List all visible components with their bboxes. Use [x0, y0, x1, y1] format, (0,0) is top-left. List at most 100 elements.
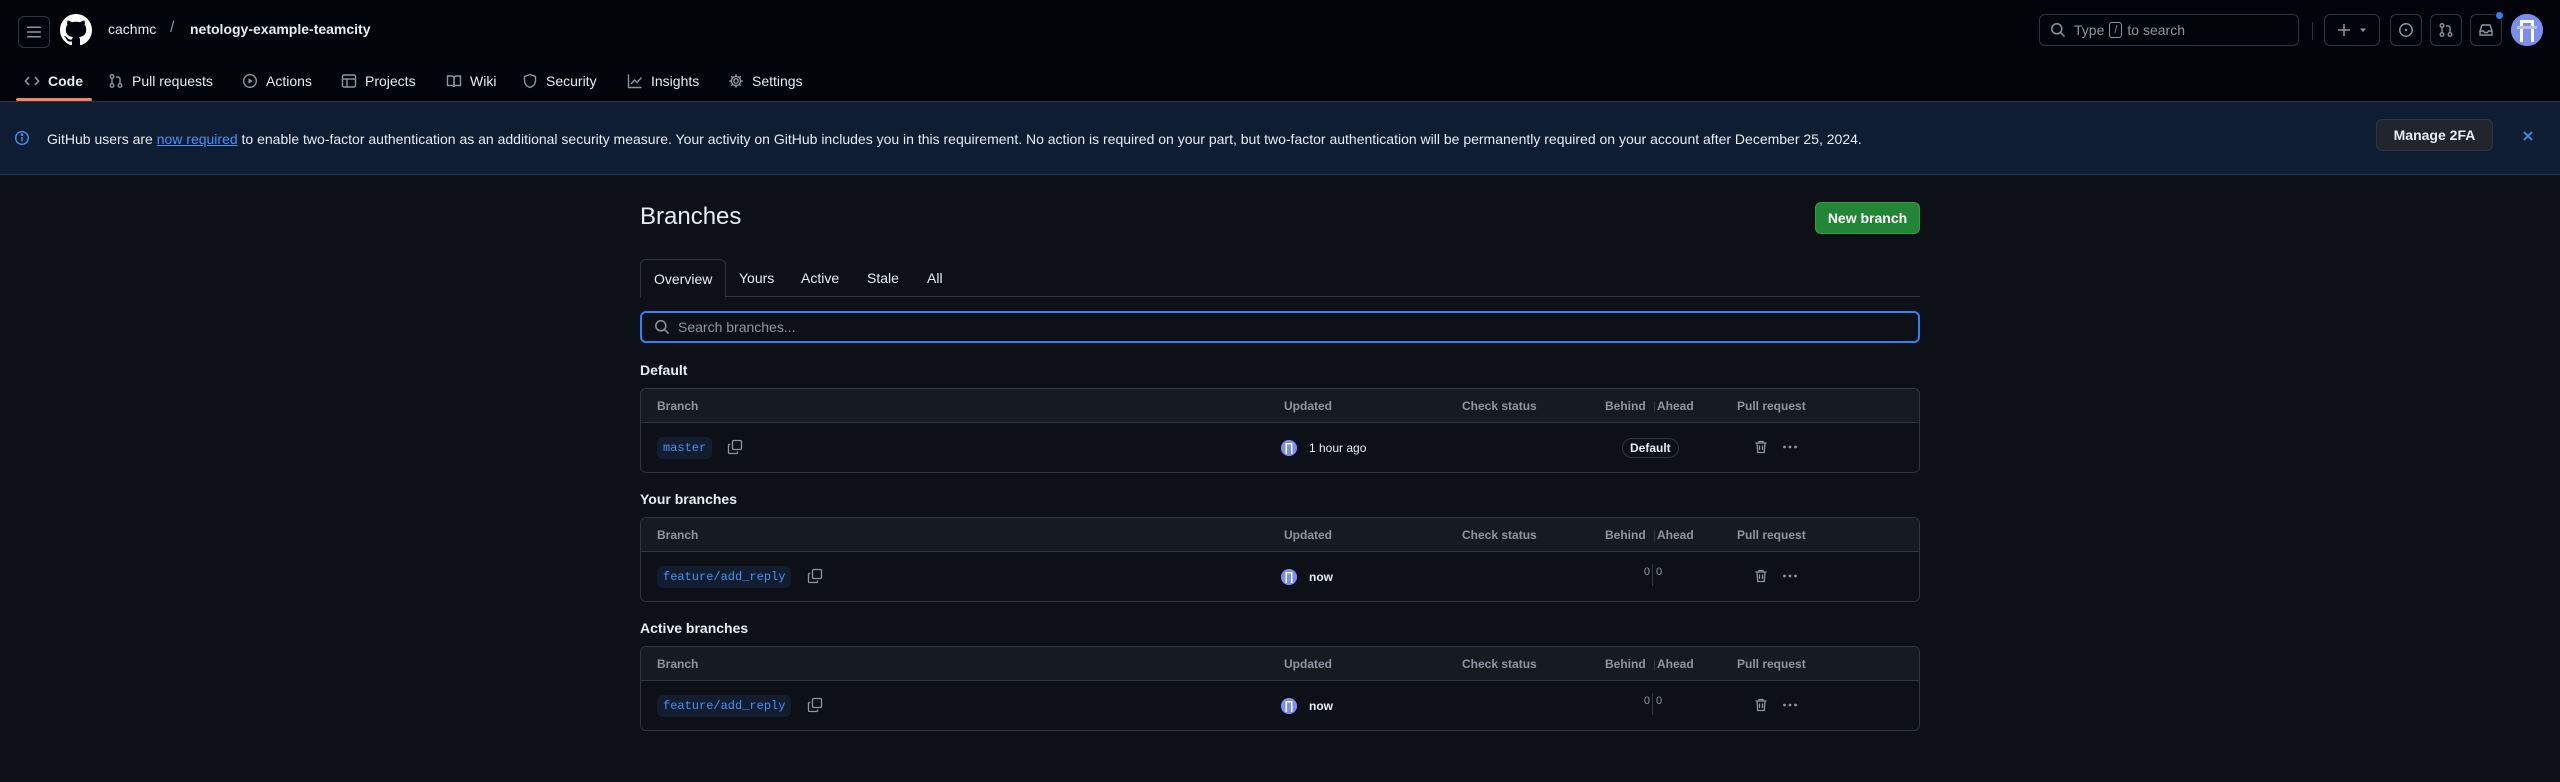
pull-requests-button[interactable]: [2430, 14, 2462, 46]
col-pull-request: Pull request: [1737, 528, 1806, 542]
table-row: feature/add_reply now 0 0: [641, 681, 1919, 730]
nav-tab-insights[interactable]: Insights: [627, 60, 699, 102]
code-icon: [24, 76, 40, 86]
ahead-behind-divider: [1652, 693, 1653, 715]
table-row: master 1 hour ago Default: [641, 423, 1919, 472]
github-logo-icon[interactable]: [60, 14, 92, 46]
copy-icon[interactable]: [727, 439, 743, 455]
nav-tab-projects[interactable]: Projects: [341, 60, 416, 102]
col-behind: Behind: [1605, 528, 1646, 542]
branch-name-link[interactable]: feature/add_reply: [657, 695, 792, 717]
avatar[interactable]: [1281, 440, 1297, 456]
updated-time: 1 hour ago: [1309, 441, 1367, 455]
branches-main: Branches New branch Overview Yours Activ…: [640, 175, 1920, 782]
trash-icon[interactable]: [1753, 697, 1769, 713]
col-divider: |: [1653, 399, 1657, 413]
nav-tab-settings[interactable]: Settings: [728, 60, 803, 102]
table-header: Branch Updated Check status Behind | Ahe…: [641, 389, 1919, 423]
nav-tab-label: Code: [48, 73, 83, 89]
col-updated: Updated: [1284, 657, 1332, 671]
col-ahead: Ahead: [1657, 528, 1694, 542]
nav-tab-label: Insights: [651, 73, 700, 89]
section-title-active: Active branches: [640, 620, 749, 636]
now-required-link[interactable]: now required: [157, 131, 238, 147]
col-branch: Branch: [657, 528, 699, 542]
copy-icon[interactable]: [807, 568, 823, 584]
active-branches-table: Branch Updated Check status Behind | Ahe…: [640, 646, 1920, 731]
col-ahead: Ahead: [1657, 657, 1694, 671]
col-pull-request: Pull request: [1737, 657, 1806, 671]
nav-tab-label: Pull requests: [132, 73, 213, 89]
manage-2fa-button[interactable]: Manage 2FA: [2376, 119, 2493, 151]
kebab-horizontal-icon[interactable]: [1782, 568, 1798, 584]
col-ahead: Ahead: [1657, 399, 1694, 413]
col-divider: |: [1653, 528, 1657, 542]
nav-tab-label: Wiki: [470, 73, 497, 89]
tab-overview[interactable]: Overview: [640, 259, 727, 298]
nav-tab-actions[interactable]: Actions: [242, 60, 312, 102]
col-pull-request: Pull request: [1737, 399, 1806, 413]
tab-active[interactable]: Active: [788, 259, 852, 297]
trash-icon[interactable]: [1753, 568, 1769, 584]
banner-text-before: GitHub users are: [47, 131, 157, 147]
breadcrumb-owner[interactable]: cachmc: [108, 21, 156, 37]
nav-tab-label: Settings: [752, 73, 803, 89]
new-branch-button[interactable]: New branch: [1815, 202, 1920, 234]
book-icon: [446, 75, 462, 88]
nav-tab-pull-requests[interactable]: Pull requests: [108, 60, 213, 102]
banner-message: GitHub users are now required to enable …: [47, 131, 1862, 147]
tab-yours[interactable]: Yours: [726, 259, 787, 297]
shield-icon: [523, 73, 537, 89]
col-branch: Branch: [657, 657, 699, 671]
issue-opened-icon: [2399, 23, 2413, 37]
git-pull-request-icon: [2439, 23, 2453, 37]
search-prefix: Type: [2074, 22, 2105, 38]
search-icon: [2051, 23, 2066, 38]
your-branches-table: Branch Updated Check status Behind | Ahe…: [640, 517, 1920, 602]
close-icon[interactable]: [2520, 128, 2536, 144]
pull-request-icon: [109, 74, 123, 88]
trash-icon[interactable]: [1753, 439, 1769, 455]
nav-tab-wiki[interactable]: Wiki: [446, 60, 496, 102]
avatar[interactable]: [1281, 569, 1297, 585]
breadcrumb-repo[interactable]: netology-example-teamcity: [190, 21, 371, 37]
col-updated: Updated: [1284, 399, 1332, 413]
nav-tab-label: Security: [546, 73, 597, 89]
kebab-horizontal-icon[interactable]: [1782, 697, 1798, 713]
search-branches-input[interactable]: [678, 319, 1878, 335]
nav-tab-code[interactable]: Code: [24, 60, 83, 102]
page-title: Branches: [640, 203, 742, 230]
repo-nav: Code Pull requests Actions Projects Wiki…: [0, 60, 2560, 102]
create-new-button[interactable]: [2324, 14, 2380, 46]
user-avatar[interactable]: [2511, 14, 2543, 46]
table-row: feature/add_reply now 0 0: [641, 552, 1919, 601]
avatar[interactable]: [1281, 698, 1297, 714]
default-badge: Default: [1622, 438, 1679, 458]
kebab-horizontal-icon[interactable]: [1782, 439, 1798, 455]
section-title-yours: Your branches: [640, 491, 737, 507]
ahead-count: 0: [1656, 566, 1663, 578]
tab-stale[interactable]: Stale: [854, 259, 912, 297]
copy-icon[interactable]: [807, 697, 823, 713]
col-check-status: Check status: [1462, 528, 1537, 542]
global-search-input[interactable]: Type / to search: [2039, 14, 2299, 46]
hamburger-menu-button[interactable]: [18, 16, 50, 48]
gear-icon: [729, 74, 743, 88]
tab-all[interactable]: All: [914, 259, 956, 297]
table-header: Branch Updated Check status Behind | Ahe…: [641, 518, 1919, 552]
plus-icon: [2338, 24, 2350, 36]
two-factor-banner: GitHub users are now required to enable …: [0, 102, 2560, 175]
col-check-status: Check status: [1462, 399, 1537, 413]
triangle-down-icon: [2360, 28, 2366, 32]
col-behind: Behind: [1605, 657, 1646, 671]
branch-name-link[interactable]: feature/add_reply: [657, 566, 792, 588]
behind-count: 0: [1643, 695, 1650, 707]
nav-tab-security[interactable]: Security: [522, 60, 597, 102]
behind-count: 0: [1643, 566, 1650, 578]
issues-button[interactable]: [2390, 14, 2422, 46]
col-check-status: Check status: [1462, 657, 1537, 671]
branch-name-link[interactable]: master: [657, 437, 713, 459]
unread-indicator: [2495, 11, 2504, 20]
col-updated: Updated: [1284, 528, 1332, 542]
search-icon: [655, 320, 670, 335]
